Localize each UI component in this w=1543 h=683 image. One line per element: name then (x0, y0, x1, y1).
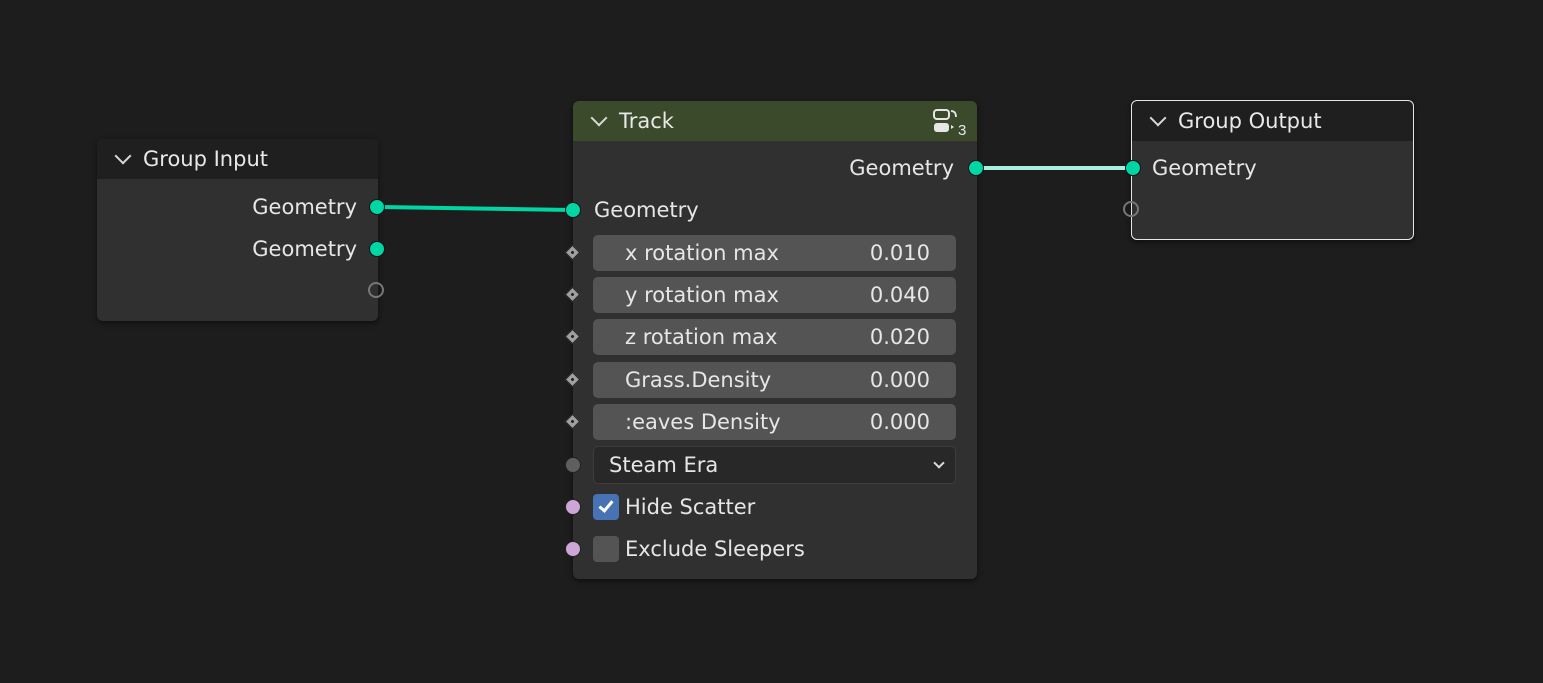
track-input-label: Geometry (594, 198, 699, 222)
menu-socket[interactable] (565, 457, 581, 473)
z-rotation-max-field[interactable]: z rotation max 0.020 (593, 319, 956, 355)
float-socket[interactable] (564, 244, 581, 261)
grass-density-field[interactable]: Grass.Density 0.000 (593, 362, 956, 398)
track-output-label: Geometry (849, 156, 954, 180)
hide-scatter-row[interactable]: Hide Scatter (593, 494, 755, 520)
group-output-geometry-socket[interactable] (1125, 160, 1141, 176)
chevron-down-icon[interactable] (590, 109, 608, 127)
group-input-geometry-socket[interactable] (369, 199, 385, 215)
track-node[interactable]: Track 3 Geometry Geometry x rotation max… (564, 101, 984, 579)
node-group-icon[interactable]: 3 (933, 107, 969, 137)
float-socket[interactable] (564, 371, 581, 388)
track-input-geometry-socket[interactable] (565, 202, 581, 218)
dropdown-value: Steam Era (609, 453, 719, 477)
checkbox-label: Exclude Sleepers (625, 537, 805, 561)
checkbox-label: Hide Scatter (625, 495, 756, 519)
era-dropdown[interactable]: Steam Era (593, 446, 956, 484)
group-input-header[interactable]: Group Input (97, 139, 378, 179)
float-socket[interactable] (564, 286, 581, 303)
field-label: y rotation max (625, 283, 779, 307)
group-input-output-label: Geometry (252, 237, 357, 261)
field-value: 0.010 (869, 241, 930, 265)
exclude-sleepers-row[interactable]: Exclude Sleepers (593, 536, 805, 562)
track-header[interactable]: Track 3 (573, 101, 977, 141)
leaves-density-field[interactable]: :eaves Density 0.000 (593, 404, 956, 440)
chevron-down-icon[interactable] (1149, 109, 1167, 127)
group-input-node[interactable]: Group Input Geometry Geometry (97, 139, 385, 321)
group-output-node[interactable]: Group Output Geometry (1123, 100, 1414, 240)
float-socket[interactable] (564, 328, 581, 345)
hide-scatter-checkbox[interactable] (593, 494, 619, 520)
field-value: 0.000 (869, 410, 930, 434)
group-input-output-label: Geometry (252, 195, 357, 219)
group-input-empty-socket[interactable] (368, 282, 384, 298)
field-label: :eaves Density (625, 410, 781, 434)
boolean-socket[interactable] (565, 541, 581, 557)
group-input-geometry-socket[interactable] (369, 241, 385, 257)
wire-input-to-track (375, 205, 575, 212)
node-editor-canvas[interactable]: Group Input Geometry Geometry Track 3 Ge… (0, 0, 1543, 683)
field-label: z rotation max (625, 325, 778, 349)
group-output-input-label: Geometry (1152, 156, 1257, 180)
field-value: 0.040 (869, 283, 930, 307)
field-label: x rotation max (625, 241, 779, 265)
boolean-socket[interactable] (565, 499, 581, 515)
exclude-sleepers-checkbox[interactable] (593, 536, 619, 562)
track-output-geometry-socket[interactable] (968, 160, 984, 176)
group-input-title: Group Input (143, 147, 268, 171)
chevron-down-icon (933, 457, 945, 469)
field-value: 0.020 (869, 325, 930, 349)
chevron-down-icon[interactable] (114, 147, 132, 165)
group-output-title: Group Output (1178, 109, 1322, 133)
checkmark-icon (598, 497, 614, 513)
group-output-header[interactable]: Group Output (1132, 101, 1413, 141)
field-label: Grass.Density (625, 368, 772, 392)
x-rotation-max-field[interactable]: x rotation max 0.010 (593, 235, 956, 271)
track-title: Track (619, 109, 674, 133)
y-rotation-max-field[interactable]: y rotation max 0.040 (593, 277, 956, 313)
group-output-empty-socket[interactable] (1123, 201, 1139, 217)
user-count: 3 (958, 122, 966, 137)
float-socket[interactable] (564, 413, 581, 430)
field-value: 0.000 (869, 368, 930, 392)
